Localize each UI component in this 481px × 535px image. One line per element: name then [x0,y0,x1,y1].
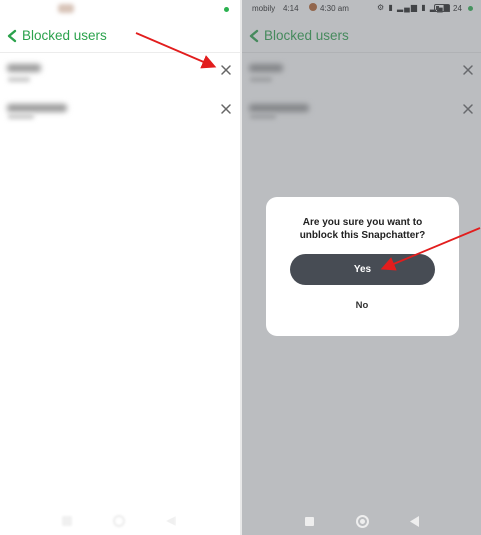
header: Blocked users [0,22,240,52]
online-dot-icon [224,7,229,12]
system-nav-bar [242,505,481,535]
blurred-status-content [58,4,74,13]
blurred-username [7,64,41,72]
close-icon[interactable] [219,63,233,77]
header-divider [0,52,240,53]
chevron-left-icon[interactable] [6,29,18,43]
blurred-subtitle [8,77,30,82]
recents-icon[interactable] [62,516,72,526]
home-icon[interactable] [113,515,125,527]
right-screen: mobily 4:14 4:30 am ⚙ ▮ ▂▄▆ ▮ ▂▄▆ 24 Blo… [242,0,481,535]
blocked-user-row [0,56,240,92]
yes-button[interactable]: Yes [290,254,435,285]
no-button[interactable]: No [332,297,392,315]
blurred-subtitle [8,114,34,119]
circle-icon[interactable] [356,515,369,528]
dialog-message: Are you sure you want to unblock this Sn… [299,217,426,241]
square-icon[interactable] [305,517,314,526]
status-bar [0,0,240,18]
system-nav-bar [0,505,240,535]
page-title: Blocked users [22,28,107,43]
close-icon[interactable] [219,102,233,116]
triangle-back-icon[interactable] [410,516,419,527]
blocked-user-row [0,95,240,131]
left-screen: Blocked users [0,0,240,535]
back-icon[interactable] [166,516,176,526]
unblock-dialog: Are you sure you want to unblock this Sn… [266,197,459,336]
blurred-username [7,104,67,112]
